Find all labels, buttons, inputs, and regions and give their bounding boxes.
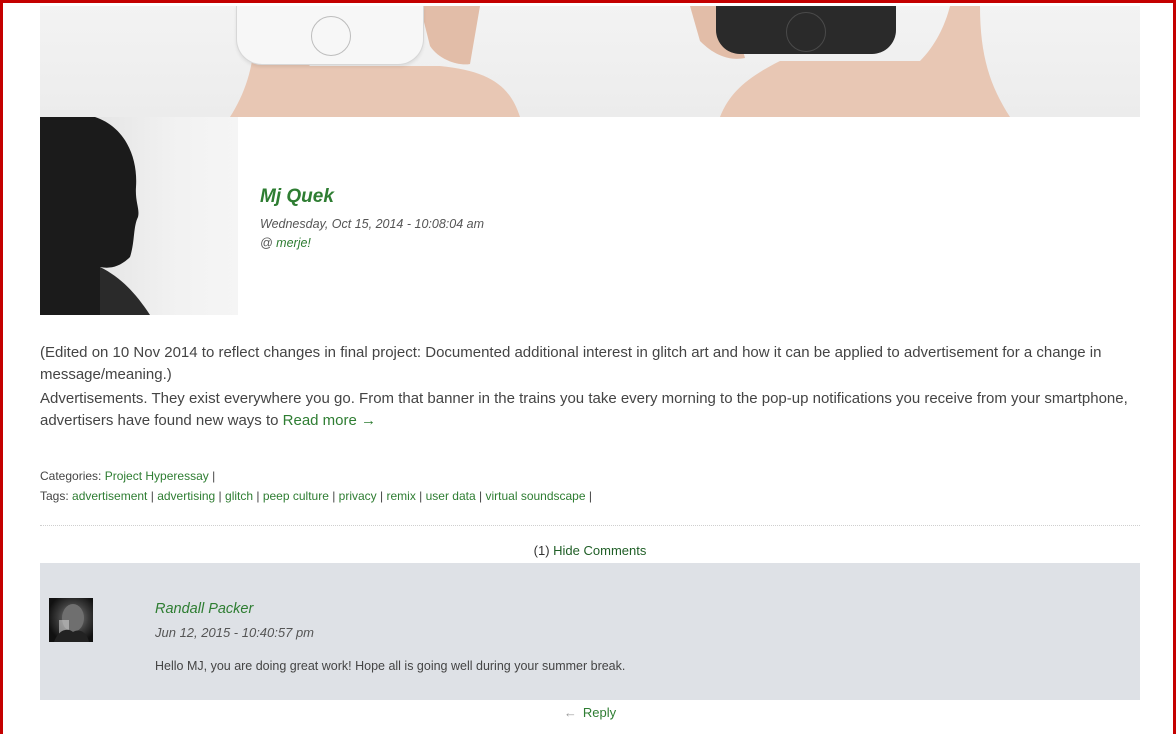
- post-site: @ merje!: [260, 236, 484, 250]
- categories-line: Categories: Project Hyperessay |: [40, 466, 592, 486]
- read-more-link[interactable]: Read more →: [283, 412, 376, 429]
- separator: |: [376, 489, 387, 503]
- separator: |: [585, 489, 592, 503]
- author-name[interactable]: Mj Quek: [260, 186, 484, 208]
- author-avatar[interactable]: [40, 117, 238, 315]
- excerpt-text: Advertisements. They exist everywhere yo…: [40, 390, 1128, 429]
- post-excerpt: (Edited on 10 Nov 2014 to reflect change…: [40, 342, 1140, 434]
- tag-link[interactable]: glitch: [225, 489, 253, 503]
- post-date: Wednesday, Oct 15, 2014 - 10:08:04 am: [260, 217, 484, 231]
- home-button-icon: [786, 12, 826, 52]
- separator: |: [253, 489, 263, 503]
- reply-arrow-icon: ←: [563, 705, 577, 720]
- site-link[interactable]: merje!: [276, 236, 311, 250]
- category-link[interactable]: Project Hyperessay: [105, 469, 209, 483]
- author-meta: Mj Quek Wednesday, Oct 15, 2014 - 10:08:…: [260, 186, 484, 250]
- home-button-icon: [311, 16, 351, 56]
- categories-label: Categories:: [40, 469, 105, 483]
- white-phone-image: [236, 6, 424, 65]
- comment-count: (1): [533, 543, 550, 558]
- separator: |: [475, 489, 486, 503]
- tag-link[interactable]: privacy: [339, 489, 377, 503]
- reply-button[interactable]: ← Reply: [40, 705, 1140, 720]
- commenter-name[interactable]: Randall Packer: [155, 601, 253, 617]
- hide-comments-link[interactable]: Hide Comments: [553, 543, 646, 558]
- tag-link[interactable]: virtual soundscape: [485, 489, 585, 503]
- black-phone-image: [716, 6, 896, 54]
- site-prefix: @: [260, 236, 277, 250]
- tag-link[interactable]: advertisement: [72, 489, 147, 503]
- post-banner-image: [40, 6, 1140, 117]
- tag-link[interactable]: advertising: [157, 489, 215, 503]
- comment-item: Randall Packer Jun 12, 2015 - 10:40:57 p…: [40, 563, 1140, 700]
- tag-link[interactable]: user data: [426, 489, 476, 503]
- separator: |: [328, 489, 339, 503]
- post-frame: Mj Quek Wednesday, Oct 15, 2014 - 10:08:…: [0, 0, 1176, 734]
- tags-line: Tags: advertisement | advertising | glit…: [40, 486, 592, 506]
- tag-link[interactable]: peep culture: [263, 489, 329, 503]
- reply-label[interactable]: Reply: [583, 705, 616, 720]
- edit-note: (Edited on 10 Nov 2014 to reflect change…: [40, 344, 1102, 383]
- separator: |: [215, 489, 226, 503]
- excerpt-body: Advertisements. They exist everywhere yo…: [40, 388, 1140, 432]
- comment-text: Hello MJ, you are doing great work! Hope…: [155, 659, 626, 673]
- comments-toggle: (1) Hide Comments: [40, 543, 1140, 558]
- comment-date: Jun 12, 2015 - 10:40:57 pm: [155, 625, 315, 640]
- face-icon: [54, 604, 89, 642]
- divider: [40, 525, 1140, 526]
- tags-label: Tags:: [40, 489, 73, 503]
- silhouette-icon: [40, 117, 150, 315]
- tag-link[interactable]: remix: [386, 489, 415, 503]
- separator: |: [208, 469, 216, 483]
- post-taxonomy: Categories: Project Hyperessay | Tags: a…: [40, 466, 592, 506]
- separator: |: [415, 489, 426, 503]
- commenter-avatar[interactable]: [49, 598, 93, 642]
- separator: |: [147, 489, 158, 503]
